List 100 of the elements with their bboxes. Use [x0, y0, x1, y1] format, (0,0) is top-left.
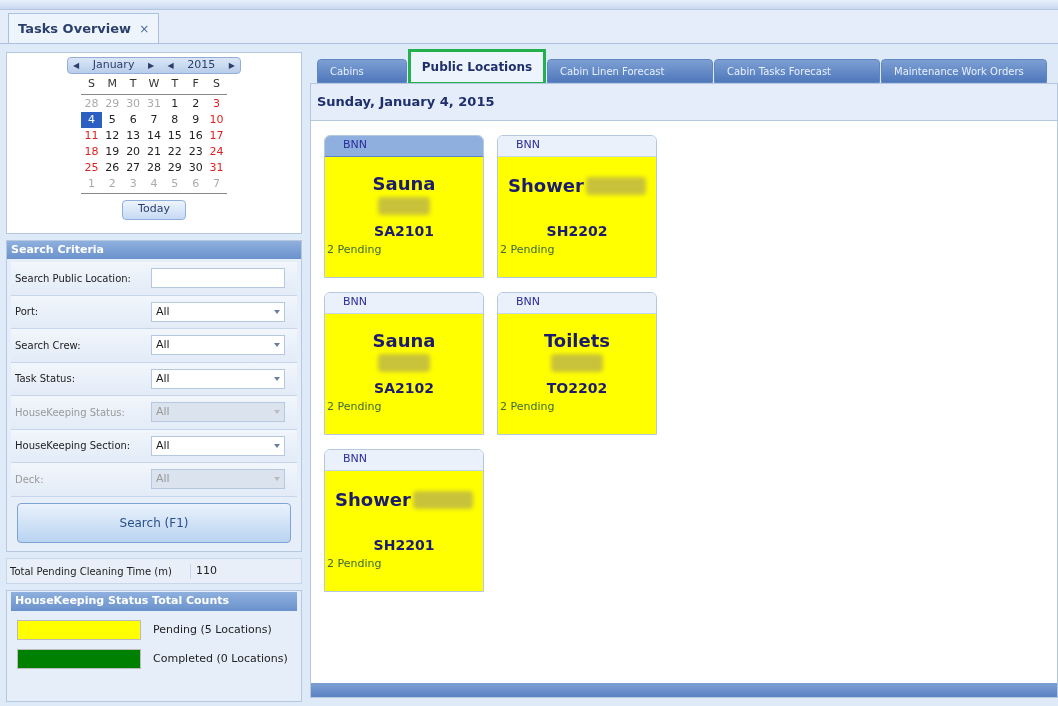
- panel-title: HouseKeeping Status Total Counts: [15, 593, 230, 610]
- location-card[interactable]: BNN Shower SH2202 2 Pending: [497, 134, 657, 278]
- location-name: Sauna: [372, 331, 436, 350]
- total-pending-value: 110: [195, 562, 218, 579]
- next-year-icon[interactable]: ▶: [228, 59, 235, 72]
- pending-count: 2 Pending: [327, 398, 382, 415]
- calendar-day[interactable]: 16: [185, 127, 207, 144]
- calendar-day[interactable]: 10: [206, 111, 227, 128]
- next-month-icon[interactable]: ▶: [147, 59, 155, 72]
- weekday-label: M: [106, 76, 118, 92]
- location-code: SH2201: [373, 535, 435, 555]
- dropdown-arrow-icon: [274, 343, 280, 348]
- calendar-day[interactable]: 15: [164, 127, 186, 144]
- field-label: HouseKeeping Section:: [15, 439, 132, 454]
- today-button[interactable]: Today: [122, 199, 186, 220]
- calendar-day[interactable]: 19: [101, 143, 123, 160]
- card-header-text: BNN: [343, 137, 367, 154]
- field-label: HouseKeeping Status:: [15, 405, 126, 420]
- weekday-label: S: [212, 76, 222, 92]
- calendar-day[interactable]: 28: [143, 159, 165, 176]
- location-code: SA2102: [374, 378, 434, 398]
- calendar-day[interactable]: 29: [164, 159, 186, 176]
- dropdown-arrow-icon: [274, 309, 280, 314]
- previous-year-icon[interactable]: ◀: [167, 59, 174, 72]
- document-tab[interactable]: Tasks Overview ×: [8, 13, 160, 43]
- calendar-day[interactable]: 21: [143, 143, 165, 160]
- pending-count: 2 Pending: [327, 241, 382, 258]
- document-tab-title: Tasks Overview: [18, 19, 132, 38]
- location-name: Toilets: [543, 331, 611, 350]
- calendar-day[interactable]: 3: [206, 95, 227, 112]
- location-card[interactable]: BNN Toilets TO2202 2 Pending: [497, 291, 657, 435]
- dropdown-arrow-icon: [274, 376, 280, 381]
- location-name: Shower: [508, 176, 584, 195]
- location-card[interactable]: BNN Shower SH2201 2 Pending: [324, 448, 484, 592]
- horizontal-scrollbar[interactable]: [311, 683, 1057, 697]
- calendar-day[interactable]: 25: [81, 159, 102, 176]
- weekday-label: S: [86, 76, 96, 92]
- calendar-day[interactable]: 18: [81, 143, 102, 160]
- redacted-block: [378, 353, 430, 372]
- calendar-day[interactable]: 8: [164, 111, 186, 128]
- redacted-block: [378, 196, 430, 215]
- weekday-label: T: [170, 76, 180, 92]
- calendar-day[interactable]: 5: [101, 111, 123, 128]
- calendar-day[interactable]: 24: [206, 143, 227, 160]
- close-icon[interactable]: ×: [139, 19, 150, 38]
- calendar-day[interactable]: 9: [185, 111, 207, 128]
- card-header-text: BNN: [343, 451, 367, 468]
- panel-title: Search Criteria: [11, 241, 105, 258]
- field-label: Search Crew:: [15, 338, 82, 353]
- status-count-label: Pending (5 Locations): [153, 621, 272, 638]
- dropdown-field[interactable]: All: [151, 301, 285, 322]
- location-code: SH2202: [546, 221, 608, 241]
- calendar-day[interactable]: 14: [143, 127, 165, 144]
- dropdown-arrow-icon: [274, 410, 280, 415]
- calendar-day[interactable]: 7: [143, 111, 165, 128]
- location-card[interactable]: BNN Sauna SA2102 2 Pending: [324, 291, 484, 435]
- redacted-block: [551, 353, 603, 372]
- dropdown-field[interactable]: All: [151, 368, 285, 389]
- calendar-day[interactable]: 22: [164, 143, 186, 160]
- weekday-label: F: [191, 76, 200, 92]
- calendar-day[interactable]: 23: [185, 143, 207, 160]
- pending-count: 2 Pending: [327, 555, 382, 572]
- card-header-text: BNN: [343, 294, 367, 311]
- field-label: Port:: [15, 305, 40, 320]
- calendar-day[interactable]: 4: [81, 111, 102, 128]
- redacted-block: [585, 176, 646, 195]
- tab[interactable]: Public Locations: [408, 49, 546, 85]
- weekday-label: W: [147, 76, 161, 92]
- previous-month-icon[interactable]: ◀: [73, 59, 80, 72]
- date-heading: Sunday, January 4, 2015: [316, 93, 496, 111]
- calendar-day[interactable]: 30: [185, 159, 207, 176]
- status-count-label: Completed (0 Locations): [153, 650, 288, 667]
- field-label: Deck:: [15, 472, 45, 487]
- calendar-day[interactable]: 17: [206, 127, 227, 144]
- calendar-day[interactable]: 27: [122, 159, 144, 176]
- calendar-day[interactable]: 31: [206, 159, 227, 176]
- pending-count: 2 Pending: [500, 398, 555, 415]
- dropdown-field[interactable]: All: [151, 335, 285, 356]
- calendar-day[interactable]: 13: [122, 127, 144, 144]
- field-label: Task Status:: [15, 372, 76, 387]
- location-name: Shower: [335, 490, 411, 509]
- redacted-block: [412, 490, 473, 509]
- location-code: TO2202: [546, 378, 608, 398]
- calendar-day[interactable]: 26: [101, 159, 123, 176]
- calendar-day[interactable]: 11: [81, 127, 102, 144]
- calendar-day[interactable]: 2: [185, 95, 207, 112]
- location-card[interactable]: BNN Sauna SA2101 2 Pending: [324, 134, 484, 278]
- input-field[interactable]: [151, 268, 285, 289]
- search-button[interactable]: Search (F1): [17, 502, 291, 543]
- calendar-day[interactable]: 20: [122, 143, 144, 160]
- year-label: 2015: [187, 57, 216, 74]
- calendar-day[interactable]: 1: [164, 95, 186, 112]
- weekday-label: T: [128, 76, 138, 92]
- month-label: January: [92, 57, 135, 74]
- calendar-day[interactable]: 12: [101, 127, 123, 144]
- field-label: Search Public Location:: [15, 271, 132, 286]
- dropdown-field[interactable]: All: [151, 435, 285, 456]
- dropdown-arrow-icon: [274, 477, 280, 482]
- card-header-text: BNN: [516, 294, 540, 311]
- calendar-day[interactable]: 6: [122, 111, 144, 128]
